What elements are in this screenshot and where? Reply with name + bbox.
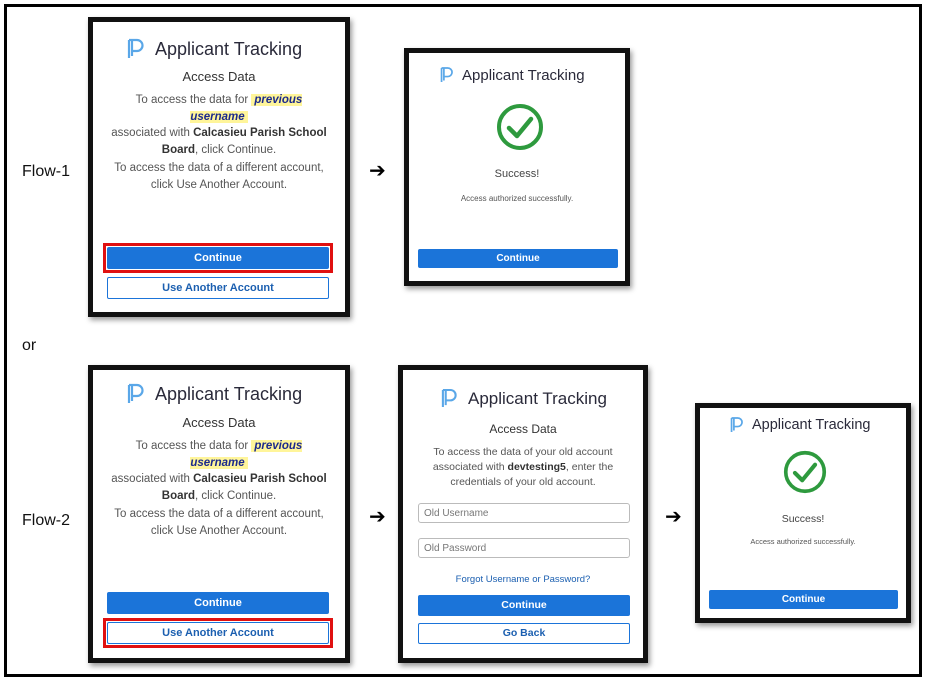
old-password-input[interactable]: Old Password [418,538,630,558]
app-title: Applicant Tracking [155,383,303,404]
use-another-account-button[interactable]: Use Another Account [107,277,329,299]
arrow-right-icon: ➔ [665,504,682,528]
success-message: Access authorized successfully. [460,194,574,203]
highlight-box [103,243,333,273]
access-data-card: Applicant Tracking Access Data To access… [88,365,350,663]
app-header: Applicant Tracking [730,416,870,434]
continue-button[interactable]: Continue [709,590,898,609]
app-title: Applicant Tracking [155,38,303,59]
continue-button[interactable]: Continue [107,592,329,614]
app-header: Applicant Tracking [127,383,302,405]
continue-button[interactable]: Continue [418,249,618,268]
access-data-card: Applicant Tracking Access Data To access… [88,17,350,317]
powerschool-logo-icon [440,67,453,82]
or-label: or [22,337,37,354]
powerschool-logo-icon [730,417,743,432]
success-title: Success! [781,513,825,525]
highlight-box [103,618,333,648]
continue-button[interactable]: Continue [418,595,630,616]
success-card: Applicant Tracking Success! Access autho… [695,403,911,623]
go-back-button[interactable]: Go Back [418,623,630,644]
other-account-text: To access the data of a different accoun… [114,162,324,191]
app-title: Applicant Tracking [462,66,585,84]
success-check-icon [497,104,543,150]
app-title: Applicant Tracking [468,388,607,408]
app-header: Applicant Tracking [440,66,585,84]
success-message: Access authorized successfully. [750,537,856,546]
old-username-input[interactable]: Old Username [418,503,630,523]
app-title: Applicant Tracking [752,417,871,433]
access-data-heading: Access Data [489,422,557,436]
access-data-heading: Access Data [182,69,256,84]
arrow-right-icon: ➔ [369,158,386,182]
success-check-icon [783,450,827,494]
powerschool-logo-icon [127,383,144,403]
app-header: Applicant Tracking [441,388,607,409]
success-card: Applicant Tracking Success! Access autho… [404,48,630,286]
success-title: Success! [494,168,540,180]
access-description: To access the data for previous username… [111,440,327,503]
access-description: To access the data for previous username… [111,94,327,157]
forgot-credentials-link[interactable]: Forgot Username or Password? [403,574,643,585]
powerschool-logo-icon [127,38,144,58]
other-account-text: To access the data of a different accoun… [114,508,324,537]
access-data-heading: Access Data [182,415,256,430]
old-account-description: To access the data of your old account a… [432,446,614,489]
arrow-right-icon: ➔ [369,504,386,528]
app-header: Applicant Tracking [127,38,302,60]
powerschool-logo-icon [441,388,457,407]
flow-1-label: Flow-1 [22,163,71,180]
old-account-card: Applicant Tracking Access Data To access… [398,365,648,663]
flow-2-label: Flow-2 [22,512,71,529]
